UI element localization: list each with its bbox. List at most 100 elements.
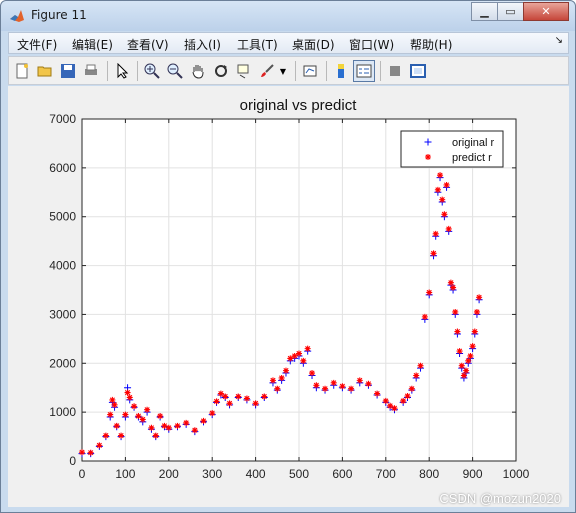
predict-point bbox=[452, 308, 459, 315]
minimize-button[interactable]: ▁ bbox=[471, 2, 498, 21]
window-title: Figure 11 bbox=[31, 8, 87, 22]
open-file-button[interactable] bbox=[34, 60, 56, 82]
title-bar[interactable]: Figure 11 ▁ ▭ ✕ bbox=[1, 1, 575, 31]
matlab-logo-icon bbox=[10, 10, 24, 22]
predict-point bbox=[222, 393, 229, 400]
menu-insert[interactable]: 插入(I) bbox=[184, 36, 221, 53]
minimize-icon: ▁ bbox=[480, 5, 489, 18]
predict-point bbox=[304, 345, 311, 352]
menu-overflow-icon[interactable]: ↘ bbox=[555, 35, 563, 46]
maximize-icon: ▭ bbox=[505, 5, 516, 18]
pan-button[interactable] bbox=[187, 60, 209, 82]
brush-dropdown[interactable]: ▼ bbox=[277, 60, 289, 82]
predict-point bbox=[200, 417, 207, 424]
x-tick-label: 1000 bbox=[503, 467, 530, 481]
show-plot-tools-button[interactable] bbox=[407, 60, 429, 82]
x-tick-label: 600 bbox=[332, 467, 352, 481]
predict-point bbox=[300, 357, 307, 364]
predict-point bbox=[165, 424, 172, 431]
predict-point bbox=[226, 400, 233, 407]
menu-edit[interactable]: 编辑(E) bbox=[72, 36, 113, 53]
legend[interactable]: original r predict r bbox=[400, 130, 504, 168]
predict-point bbox=[107, 411, 114, 418]
dropdown-arrow-icon: ▼ bbox=[279, 66, 287, 76]
insert-colorbar-button[interactable] bbox=[330, 60, 352, 82]
x-tick-label: 100 bbox=[115, 467, 135, 481]
scatter-plot: original vs predict 0 100 200 300 400 500 600 7… bbox=[49, 97, 530, 481]
x-tick-label: 900 bbox=[463, 467, 483, 481]
predict-point bbox=[473, 308, 480, 315]
predict-point bbox=[269, 377, 276, 384]
predict-point bbox=[476, 294, 483, 301]
insert-legend-button[interactable] bbox=[353, 60, 375, 82]
predict-point bbox=[348, 385, 355, 392]
predict-point bbox=[322, 385, 329, 392]
chart-title: original vs predict bbox=[240, 97, 358, 114]
x-tick-label: 0 bbox=[79, 467, 86, 481]
predict-point bbox=[235, 393, 242, 400]
close-button[interactable]: ✕ bbox=[523, 2, 569, 21]
y-tick-label: 5000 bbox=[49, 210, 76, 224]
menu-file[interactable]: 文件(F) bbox=[17, 36, 57, 53]
predict-point bbox=[213, 398, 220, 405]
data-cursor-button[interactable] bbox=[233, 60, 255, 82]
zoom-in-button[interactable] bbox=[141, 60, 163, 82]
colorbar-icon bbox=[338, 64, 344, 78]
predict-point bbox=[174, 422, 181, 429]
predict-point bbox=[467, 352, 474, 359]
predict-point bbox=[261, 393, 268, 400]
y-tick-label: 6000 bbox=[49, 161, 76, 175]
predict-point bbox=[432, 230, 439, 237]
hide-plot-tools-icon bbox=[390, 66, 400, 76]
predict-point bbox=[330, 379, 337, 386]
edit-plot-button[interactable] bbox=[111, 60, 133, 82]
predict-point bbox=[152, 432, 159, 439]
predict-point bbox=[274, 385, 281, 392]
rotate-3d-button[interactable] bbox=[210, 60, 232, 82]
menu-help[interactable]: 帮助(H) bbox=[410, 36, 452, 53]
rotate-3d-icon bbox=[215, 65, 227, 77]
link-plot-icon bbox=[303, 65, 317, 77]
x-tick-label: 400 bbox=[246, 467, 266, 481]
predict-point bbox=[135, 413, 142, 420]
y-tick-label: 7000 bbox=[49, 112, 76, 126]
x-tick-label: 700 bbox=[376, 467, 396, 481]
predict-point bbox=[296, 350, 302, 357]
print-button[interactable] bbox=[80, 60, 102, 82]
predict-point bbox=[252, 400, 259, 407]
show-plot-tools-icon bbox=[410, 64, 426, 78]
link-plot-button[interactable] bbox=[299, 60, 321, 82]
toolbar-separator bbox=[137, 61, 138, 81]
toolbar-separator bbox=[326, 61, 327, 81]
zoom-out-button[interactable] bbox=[164, 60, 186, 82]
save-icon bbox=[61, 64, 75, 78]
predict-point bbox=[458, 362, 465, 369]
predict-point bbox=[356, 377, 363, 384]
predict-point bbox=[139, 416, 146, 423]
maximize-button[interactable]: ▭ bbox=[497, 2, 524, 21]
predict-point bbox=[209, 410, 216, 417]
menu-window[interactable]: 窗口(W) bbox=[349, 36, 394, 53]
save-button[interactable] bbox=[57, 60, 79, 82]
new-figure-button[interactable] bbox=[11, 60, 33, 82]
predict-point bbox=[434, 186, 441, 193]
legend-marker-predict bbox=[425, 154, 431, 160]
predict-point bbox=[131, 403, 138, 410]
menu-tools[interactable]: 工具(T) bbox=[237, 36, 278, 53]
hide-plot-tools-button[interactable] bbox=[384, 60, 406, 82]
figure-window: Figure 11 ▁ ▭ ✕ 文件(F) 编辑(E) 查看(V) 插入(I) … bbox=[0, 0, 576, 513]
y-tick-label: 3000 bbox=[49, 307, 76, 321]
new-figure-icon bbox=[16, 63, 28, 79]
close-icon: ✕ bbox=[541, 5, 551, 18]
predict-point bbox=[96, 442, 103, 449]
predict-point bbox=[111, 401, 118, 408]
predict-point bbox=[144, 406, 151, 413]
legend-icon bbox=[356, 64, 372, 78]
menu-desktop[interactable]: 桌面(D) bbox=[292, 36, 335, 53]
predict-point bbox=[278, 374, 285, 381]
menu-view[interactable]: 查看(V) bbox=[127, 36, 169, 53]
window-controls: ▁ ▭ ✕ bbox=[471, 2, 569, 22]
figure-toolbar: ▼ bbox=[8, 56, 569, 85]
predict-point bbox=[122, 411, 129, 418]
brush-button[interactable] bbox=[256, 60, 278, 82]
